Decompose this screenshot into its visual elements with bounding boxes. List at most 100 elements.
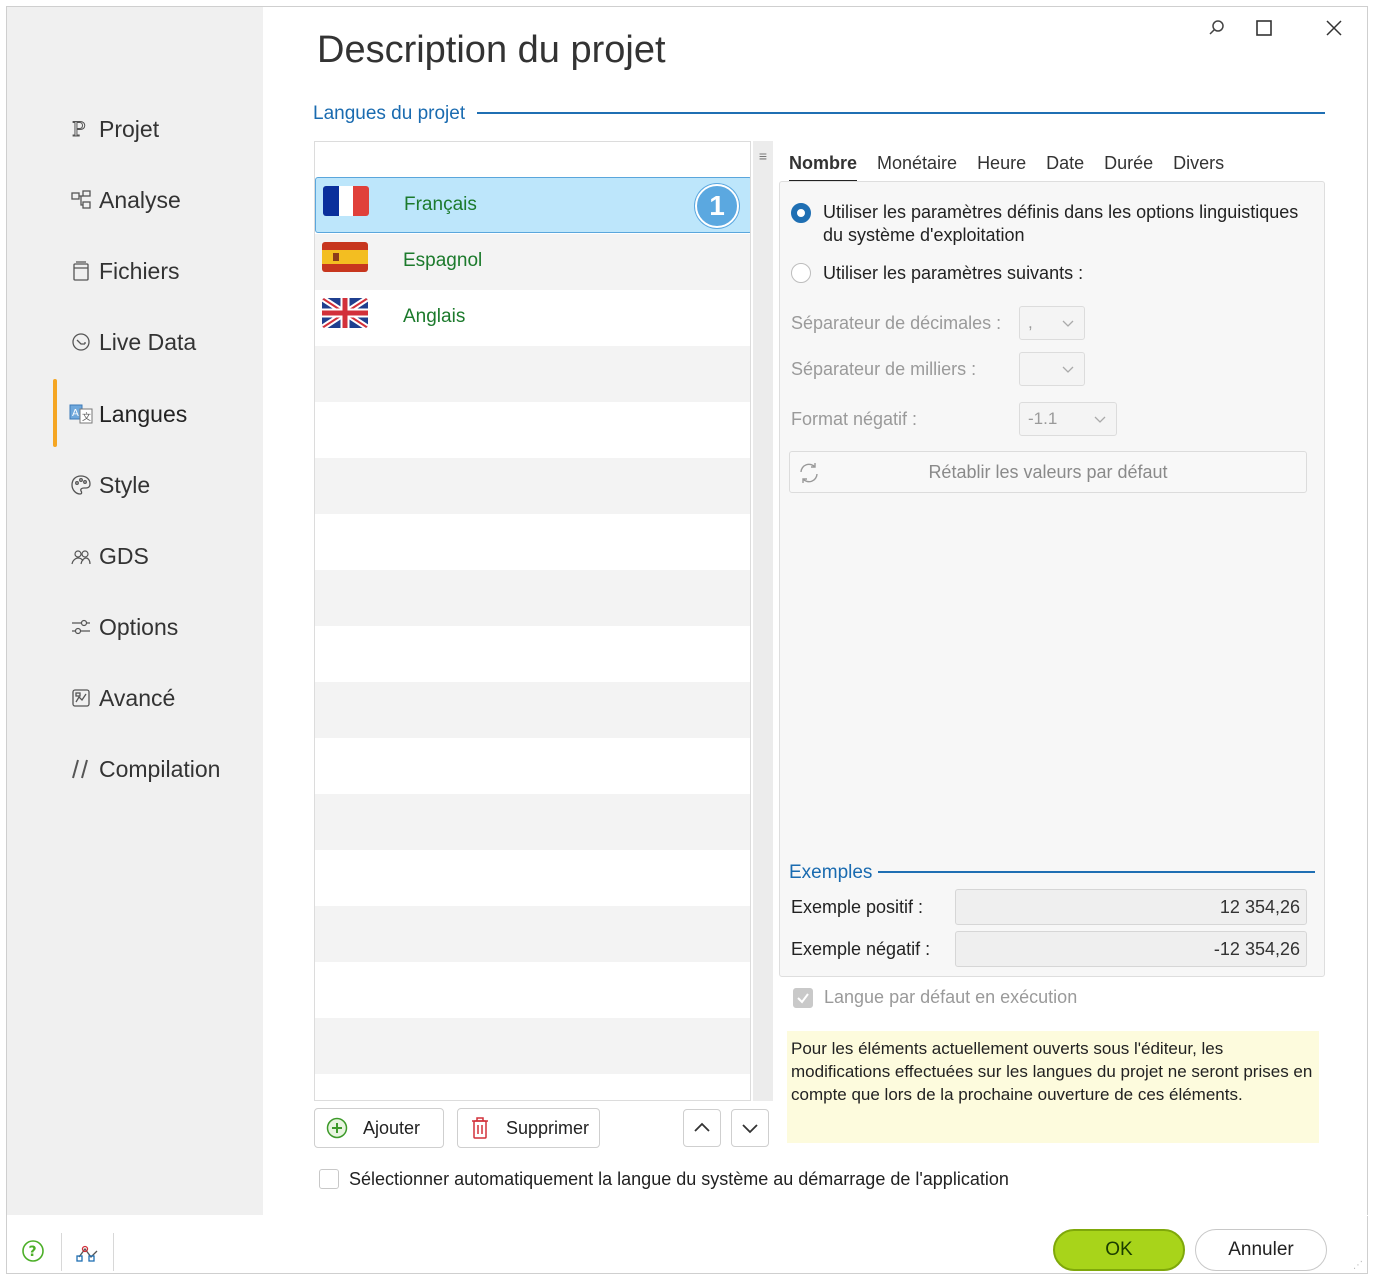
ok-button[interactable]: OK: [1053, 1229, 1185, 1271]
sidebar-item-gds[interactable]: GDS: [67, 536, 149, 576]
flag-spain-icon: [322, 242, 368, 272]
list-empty-row: [315, 458, 750, 514]
languages-section-label: Langues du projet: [313, 103, 472, 125]
language-name: Espagnol: [403, 250, 483, 271]
language-row-anglais[interactable]: Anglais: [315, 290, 750, 346]
add-language-button[interactable]: Ajouter: [314, 1108, 444, 1148]
default-runtime-language-checkbox[interactable]: [793, 988, 813, 1008]
tab-duree[interactable]: Durée: [1104, 153, 1153, 183]
tab-monetaire[interactable]: Monétaire: [877, 153, 957, 183]
flag-uk-icon: [322, 298, 368, 328]
sidebar-item-label: Live Data: [99, 328, 197, 355]
move-down-button[interactable]: [731, 1109, 769, 1147]
sidebar-item-options[interactable]: Options: [67, 607, 178, 647]
radio-use-os-settings[interactable]: [791, 203, 811, 223]
files-icon: [67, 260, 95, 282]
analysis-icon: [67, 189, 95, 211]
resize-grip-icon[interactable]: ⋰: [1353, 1260, 1363, 1271]
sidebar-item-label: Fichiers: [99, 257, 180, 284]
tab-heure[interactable]: Heure: [977, 153, 1026, 183]
language-row-espagnol[interactable]: Espagnol: [315, 234, 750, 290]
close-icon[interactable]: [1325, 19, 1343, 43]
sidebar-item-label: GDS: [99, 542, 149, 569]
examples-divider: [867, 871, 1315, 873]
list-empty-row: [315, 906, 750, 962]
tab-nombre[interactable]: Nombre: [789, 153, 858, 183]
auto-select-language-label: Sélectionner automatiquement la langue d…: [349, 1169, 1009, 1189]
examples-section-label: Exemples: [789, 862, 879, 884]
thousands-separator-label: Séparateur de milliers :: [791, 359, 977, 379]
default-language-badge: 1: [695, 184, 739, 228]
negative-format-label: Format négatif :: [791, 409, 918, 429]
sidebar-item-style[interactable]: Style: [67, 465, 150, 505]
decimal-separator-select[interactable]: ,: [1019, 306, 1085, 340]
language-name: Français: [404, 194, 477, 215]
list-empty-row: [315, 346, 750, 402]
sidebar-item-live-data[interactable]: Live Data: [67, 322, 196, 362]
tab-date[interactable]: Date: [1046, 153, 1084, 183]
list-header-row: [315, 142, 750, 176]
live-data-icon: [67, 331, 95, 353]
language-row-francais[interactable]: Français 1: [315, 177, 750, 233]
maximize-icon[interactable]: [1255, 19, 1273, 43]
sidebar-active-indicator: [53, 379, 57, 447]
sidebar-item-label: Langues: [99, 400, 188, 427]
list-menu-icon[interactable]: ≡: [753, 141, 773, 171]
chevron-down-icon: [742, 1124, 758, 1134]
list-empty-row: [315, 850, 750, 906]
sidebar-item-analyse[interactable]: Analyse: [67, 180, 181, 220]
delete-button-label: Supprimer: [506, 1117, 590, 1138]
palette-icon: [67, 474, 95, 496]
language-list: Français 1 Espagnol Anglais: [314, 141, 751, 1101]
decimal-separator-value: ,: [1028, 313, 1033, 332]
radio-use-custom-settings[interactable]: [791, 263, 811, 283]
thousands-separator-select[interactable]: [1019, 352, 1085, 386]
project-map-icon[interactable]: [75, 1243, 101, 1268]
chevron-down-icon: [1094, 416, 1106, 423]
add-button-label: Ajouter: [363, 1117, 421, 1138]
delete-language-button[interactable]: Supprimer: [457, 1108, 600, 1148]
sidebar-item-compilation[interactable]: Compilation: [67, 749, 220, 789]
svg-text:文: 文: [82, 411, 91, 423]
chevron-down-icon: [1062, 320, 1074, 327]
list-scrollbar[interactable]: ≡: [753, 141, 773, 1101]
help-icon[interactable]: ?: [21, 1239, 45, 1268]
svg-text:P: P: [72, 118, 85, 140]
sidebar-item-label: Options: [99, 613, 179, 640]
reset-defaults-label: Rétablir les valeurs par défaut: [928, 462, 1168, 482]
radio-os-label-line1: Utiliser les paramètres définis dans les…: [823, 202, 1299, 222]
sidebar-item-label: Compilation: [99, 755, 221, 782]
sidebar-item-fichiers[interactable]: Fichiers: [67, 251, 180, 291]
number-settings-panel: [779, 181, 1325, 977]
list-empty-row: [315, 1018, 750, 1074]
radio-os-label: Utiliser les paramètres définis dans les…: [823, 201, 1298, 247]
advanced-icon: [67, 687, 95, 709]
reset-defaults-button[interactable]: Rétablir les valeurs par défaut: [789, 451, 1307, 493]
radio-custom-label: Utiliser les paramètres suivants :: [823, 263, 1084, 283]
sidebar-item-avance[interactable]: Avancé: [67, 678, 175, 718]
list-empty-row: [315, 794, 750, 850]
negative-format-select[interactable]: -1.1: [1019, 402, 1117, 436]
list-empty-row: [315, 1074, 750, 1100]
footer-separator: [113, 1233, 114, 1271]
cancel-button[interactable]: Annuler: [1195, 1229, 1327, 1271]
tab-divers[interactable]: Divers: [1173, 153, 1224, 183]
check-icon: [797, 993, 809, 1004]
sidebar-item-projet[interactable]: P Projet: [67, 109, 160, 149]
sidebar: P Projet Analyse Fichiers Live Data A文 L…: [7, 7, 263, 1215]
decimal-separator-label: Séparateur de décimales :: [791, 313, 1002, 333]
sidebar-item-label: Style: [99, 471, 151, 498]
sidebar-item-langues[interactable]: A文 Langues: [67, 394, 187, 434]
sidebar-item-label: Avancé: [99, 684, 176, 711]
compilation-icon: [67, 757, 95, 781]
move-up-button[interactable]: [683, 1109, 721, 1147]
auto-select-language-checkbox[interactable]: [319, 1169, 339, 1189]
search-icon[interactable]: [1207, 19, 1227, 45]
list-empty-row: [315, 570, 750, 626]
language-name: Anglais: [403, 306, 466, 327]
negative-example-label: Exemple négatif :: [791, 939, 931, 959]
radio-os-label-line2: du système d'exploitation: [823, 225, 1025, 245]
languages-icon: A文: [67, 403, 95, 425]
negative-format-value: -1.1: [1028, 409, 1058, 428]
settings-tabs: Nombre Monétaire Heure Date Durée Divers: [789, 153, 1244, 183]
